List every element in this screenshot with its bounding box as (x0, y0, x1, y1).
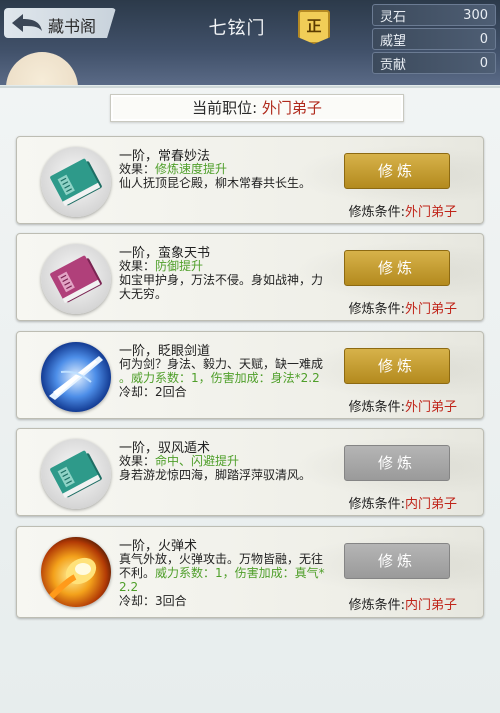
condition-value: 外门弟子 (404, 400, 457, 415)
desc-text: 大无穷。 (119, 287, 168, 301)
alignment-badge: 正 (298, 10, 330, 44)
desc-text: 效果： (119, 162, 156, 176)
cultivate-button[interactable]: 修炼 (344, 445, 450, 481)
fireball-icon (41, 537, 111, 607)
cultivate-condition: 修炼条件:外门弟子 (349, 396, 457, 415)
technique-desc-line: 2.2 (119, 580, 333, 594)
desc-text: 效果： (119, 454, 156, 468)
stat-contribution: 贡献 0 (372, 52, 496, 74)
stat-spirit-stone: 灵石 300 (372, 4, 496, 26)
technique-desc-line: 仙人抚顶昆仑殿，柳木常春共长生。 (119, 176, 333, 190)
teal-book-icon (41, 147, 111, 217)
moon-decoration (6, 52, 78, 85)
effect-text: 修炼速度提升 (155, 162, 228, 176)
desc-text: 不利。 (119, 566, 156, 580)
technique-desc-line: 何为剑？身法、毅力、天赋，缺一难成 (119, 357, 333, 371)
stat-label: 威望 (380, 33, 407, 49)
condition-label: 修炼条件: (348, 497, 405, 512)
technique-desc-line: 效果：命中、闪避提升 (119, 454, 333, 468)
stat-value: 0 (479, 31, 488, 47)
condition-value: 外门弟子 (404, 205, 457, 220)
technique-desc-line: 不利。威力系数：1，伤害加成：真气* (119, 566, 333, 580)
cultivate-condition: 修炼条件:外门弟子 (349, 298, 457, 317)
stat-value: 300 (463, 7, 488, 23)
desc-text: 仙人抚顶昆仑殿，柳木常春共长生。 (119, 176, 312, 190)
technique-card-manxiang: 一阶，蛮象天书 效果：防御提升 如宝甲护身，万法不侵。身如战神，力 大无穷。 修炼 修炼条… (16, 233, 484, 321)
condition-value: 内门弟子 (404, 497, 457, 512)
effect-text: 威力系数：1，伤害加成：真气* (155, 566, 325, 580)
rank-label: 当前职位: (192, 99, 258, 117)
technique-desc-line: 真气外放，火弹攻击。万物皆融，无往 (119, 552, 333, 566)
effect-text: 命中、闪避提升 (155, 454, 240, 468)
purple-book-icon (41, 244, 111, 314)
cultivate-button[interactable]: 修炼 (344, 250, 450, 286)
desc-text: 如宝甲护身，万法不侵。身如战神，力 (119, 273, 324, 287)
condition-value: 内门弟子 (404, 598, 457, 613)
stat-prestige: 威望 0 (372, 28, 496, 50)
technique-card-huodan: 一阶，火弹术 真气外放，火弹攻击。万物皆融，无往 不利。威力系数：1，伤害加成：真气… (16, 526, 484, 618)
technique-desc-line: 。威力系数：1，伤害加成：身法*2.2 (119, 371, 333, 385)
technique-card-yufeng: 一阶，驭风遁术 效果：命中、闪避提升 身若游龙惊四海，脚踏浮萍驭清风。 修炼 修炼条件:… (16, 428, 484, 516)
condition-label: 修炼条件: (348, 400, 405, 415)
desc-text: 真气外放，火弹攻击。万物皆融，无往 (119, 552, 324, 566)
stat-value: 0 (479, 55, 488, 71)
technique-card-zhayan: 一阶，眨眼剑道 何为剑？身法、毅力、天赋，缺一难成 。威力系数：1，伤害加成：身法*… (16, 331, 484, 419)
cultivate-condition: 修炼条件:内门弟子 (349, 493, 457, 512)
cultivate-condition: 修炼条件:外门弟子 (349, 201, 457, 220)
desc-text: 冷却：3回合 (119, 594, 187, 608)
desc-text: 身若游龙惊四海，脚踏浮萍驭清风。 (119, 468, 312, 482)
technique-desc-line: 冷却：2回合 (119, 385, 333, 399)
desc-text: 何为剑？身法、毅力、天赋，缺一难成 (119, 357, 324, 371)
current-rank-bar: 当前职位: 外门弟子 (110, 94, 404, 122)
effect-text: 防御提升 (155, 259, 204, 273)
technique-desc-line: 冷却：3回合 (119, 594, 333, 608)
cultivate-condition: 修炼条件:内门弟子 (349, 594, 457, 613)
stat-label: 灵石 (380, 9, 407, 25)
condition-label: 修炼条件: (348, 205, 405, 220)
rank-value: 外门弟子 (261, 99, 322, 117)
cultivate-button[interactable]: 修炼 (344, 153, 450, 189)
technique-desc-line: 效果：防御提升 (119, 259, 333, 273)
effect-text: 。威力系数：1，伤害加成：身法*2.2 (119, 371, 320, 385)
top-bar: 藏书阁 七铉门 正 灵石 300 威望 0 贡献 0 (0, 0, 500, 85)
effect-text: 2.2 (119, 580, 139, 594)
desc-text: 效果： (119, 259, 156, 273)
teal-book-icon (41, 439, 111, 509)
desc-text: 冷却：2回合 (119, 385, 187, 399)
sword-slash-icon (41, 342, 111, 412)
technique-desc-line: 如宝甲护身，万法不侵。身如战神，力 (119, 273, 333, 287)
technique-desc-line: 身若游龙惊四海，脚踏浮萍驭清风。 (119, 468, 333, 482)
technique-desc-line: 大无穷。 (119, 287, 333, 301)
cultivate-button[interactable]: 修炼 (344, 543, 450, 579)
technique-desc-line: 效果：修炼速度提升 (119, 162, 333, 176)
condition-value: 外门弟子 (404, 302, 457, 317)
stat-label: 贡献 (380, 57, 407, 73)
cultivate-button[interactable]: 修炼 (344, 348, 450, 384)
resource-panel: 灵石 300 威望 0 贡献 0 (372, 4, 496, 76)
condition-label: 修炼条件: (348, 302, 405, 317)
technique-card-changchun: 一阶，常春妙法 效果：修炼速度提升 仙人抚顶昆仑殿，柳木常春共长生。 修炼 修炼条件:外… (16, 136, 484, 224)
condition-label: 修炼条件: (348, 598, 405, 613)
